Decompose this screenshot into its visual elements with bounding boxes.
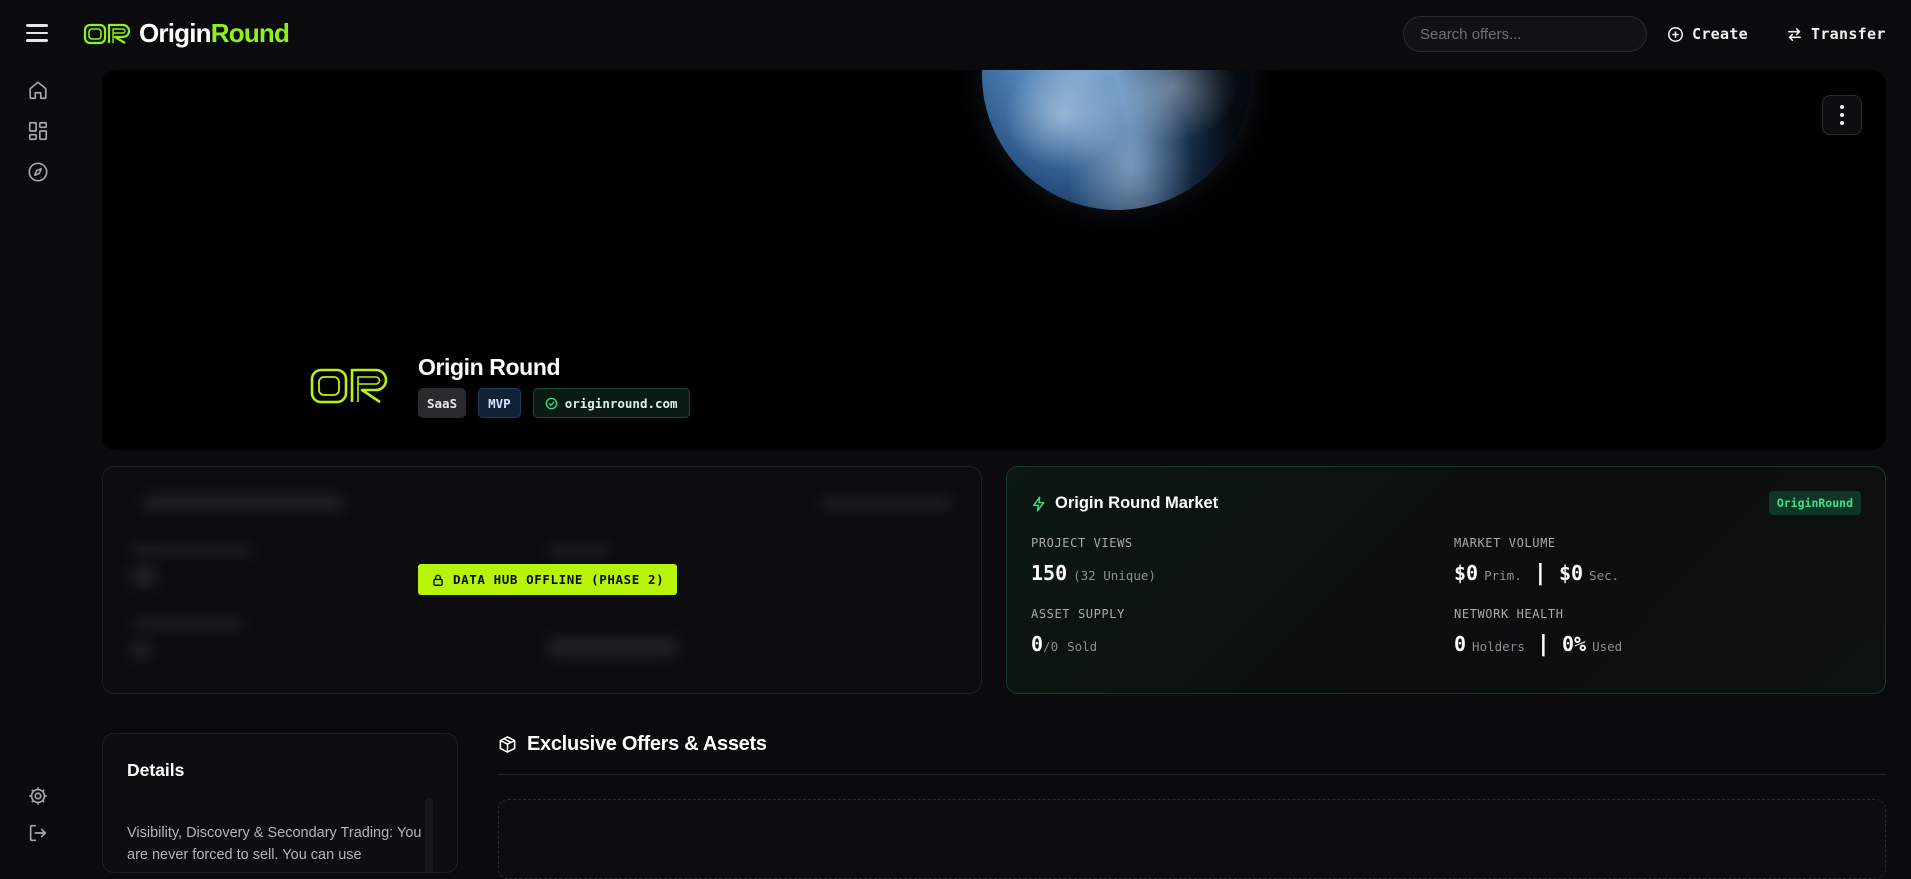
market-title-text: Origin Round Market — [1055, 494, 1219, 512]
settings-icon[interactable] — [27, 785, 49, 807]
website-link[interactable]: originround.com — [532, 388, 690, 418]
project-logo — [310, 368, 388, 404]
market-title: Origin Round Market — [1031, 494, 1218, 513]
separator: | — [1536, 632, 1550, 657]
offers-title-text: Exclusive Offers & Assets — [527, 733, 767, 755]
project-views-label: PROJECT VIEWS — [1031, 536, 1133, 550]
brand-name-part1: Origin — [139, 18, 212, 48]
asset-supply-number: 0 — [1031, 632, 1044, 656]
lock-icon — [433, 574, 443, 586]
blurred-value — [131, 641, 151, 659]
plus-circle-icon — [1667, 26, 1684, 42]
blurred-value — [131, 565, 157, 587]
side-rail — [0, 68, 76, 854]
blurred-meta — [821, 497, 951, 509]
or-logo-icon — [83, 23, 131, 44]
asset-supply-stat: ASSET SUPPLY 0 /0 Sold — [1031, 607, 1125, 656]
compass-icon[interactable] — [27, 161, 49, 183]
more-options-button[interactable] — [1822, 95, 1862, 135]
market-panel: Origin Round Market OriginRound PROJECT … — [1006, 466, 1886, 694]
separator: | — [1533, 561, 1547, 586]
details-panel: Details Visibility, Discovery & Secondar… — [102, 733, 458, 873]
project-views-unique: (32 Unique) — [1073, 568, 1156, 583]
market-tag: OriginRound — [1768, 491, 1861, 515]
used-percent: 0% — [1561, 632, 1587, 656]
project-views-number: 150 — [1031, 561, 1068, 585]
check-circle-icon — [545, 397, 557, 409]
network-health-value: 0 Holders | 0% Used — [1454, 632, 1622, 657]
transfer-button[interactable]: Transfer — [1786, 20, 1886, 48]
holders-number: 0 — [1454, 632, 1467, 656]
data-hub-panel: DATA HUB OFFLINE (PHASE 2) — [102, 466, 982, 694]
primary-volume: $0 — [1454, 561, 1479, 585]
brand-name-part2: Round — [210, 18, 290, 48]
asset-supply-total: /0 — [1043, 639, 1059, 654]
brand-logo[interactable]: OriginRound — [83, 18, 290, 49]
details-title: Details — [127, 760, 185, 780]
search-input[interactable] — [1403, 16, 1647, 52]
divider — [498, 774, 1886, 775]
blurred-label — [548, 545, 608, 555]
tag-mvp: MVP — [478, 388, 521, 418]
asset-supply-label: ASSET SUPPLY — [1031, 607, 1125, 621]
market-volume-stat: MARKET VOLUME $0 Prim. | $0 Sec. — [1454, 536, 1619, 586]
primary-suffix: Prim. — [1484, 568, 1522, 583]
create-label: Create — [1692, 25, 1748, 43]
asset-supply-suffix: Sold — [1067, 639, 1098, 654]
market-volume-value: $0 Prim. | $0 Sec. — [1454, 561, 1619, 586]
hero-banner: Origin Round SaaS MVP originround.com — [102, 70, 1886, 450]
lightning-icon — [1032, 496, 1045, 511]
network-health-label: NETWORK HEALTH — [1454, 607, 1564, 621]
offers-empty-container — [498, 799, 1886, 879]
market-volume-label: MARKET VOLUME — [1454, 536, 1556, 550]
details-text: Visibility, Discovery & Secondary Tradin… — [127, 825, 422, 863]
transfer-icon — [1788, 27, 1801, 41]
offers-section-title: Exclusive Offers & Assets — [498, 733, 767, 756]
blurred-title — [143, 495, 343, 511]
logout-icon[interactable] — [27, 822, 49, 844]
secondary-volume: $0 — [1558, 561, 1584, 585]
website-text: originround.com — [564, 395, 678, 411]
blurred-value — [548, 637, 678, 657]
menu-icon[interactable] — [26, 24, 48, 42]
blurred-label — [133, 619, 243, 629]
grid-icon[interactable] — [27, 120, 49, 142]
project-views-value: 150 (32 Unique) — [1031, 561, 1156, 585]
kebab-icon — [1840, 103, 1844, 127]
project-views-stat: PROJECT VIEWS 150 (32 Unique) — [1031, 536, 1156, 585]
project-title: Origin Round — [418, 354, 561, 380]
network-health-stat: NETWORK HEALTH 0 Holders | 0% Used — [1454, 607, 1622, 657]
secondary-suffix: Sec. — [1589, 568, 1620, 583]
data-hub-offline-text: DATA HUB OFFLINE (PHASE 2) — [453, 572, 665, 587]
package-icon — [499, 736, 516, 753]
asset-supply-value: 0 /0 Sold — [1031, 632, 1125, 656]
transfer-label: Transfer — [1811, 25, 1886, 43]
used-suffix: Used — [1592, 639, 1623, 654]
home-icon[interactable] — [27, 79, 49, 101]
top-bar: OriginRound Create Transfer — [0, 0, 1911, 68]
project-tags: SaaS MVP originround.com — [418, 388, 690, 418]
earth-image — [982, 70, 1252, 210]
blurred-label — [131, 545, 251, 555]
data-hub-offline-badge[interactable]: DATA HUB OFFLINE (PHASE 2) — [418, 564, 678, 595]
create-button[interactable]: Create — [1667, 20, 1748, 48]
brand-name: OriginRound — [139, 18, 290, 49]
holders-suffix: Holders — [1472, 639, 1525, 654]
tag-saas: SaaS — [418, 388, 467, 418]
